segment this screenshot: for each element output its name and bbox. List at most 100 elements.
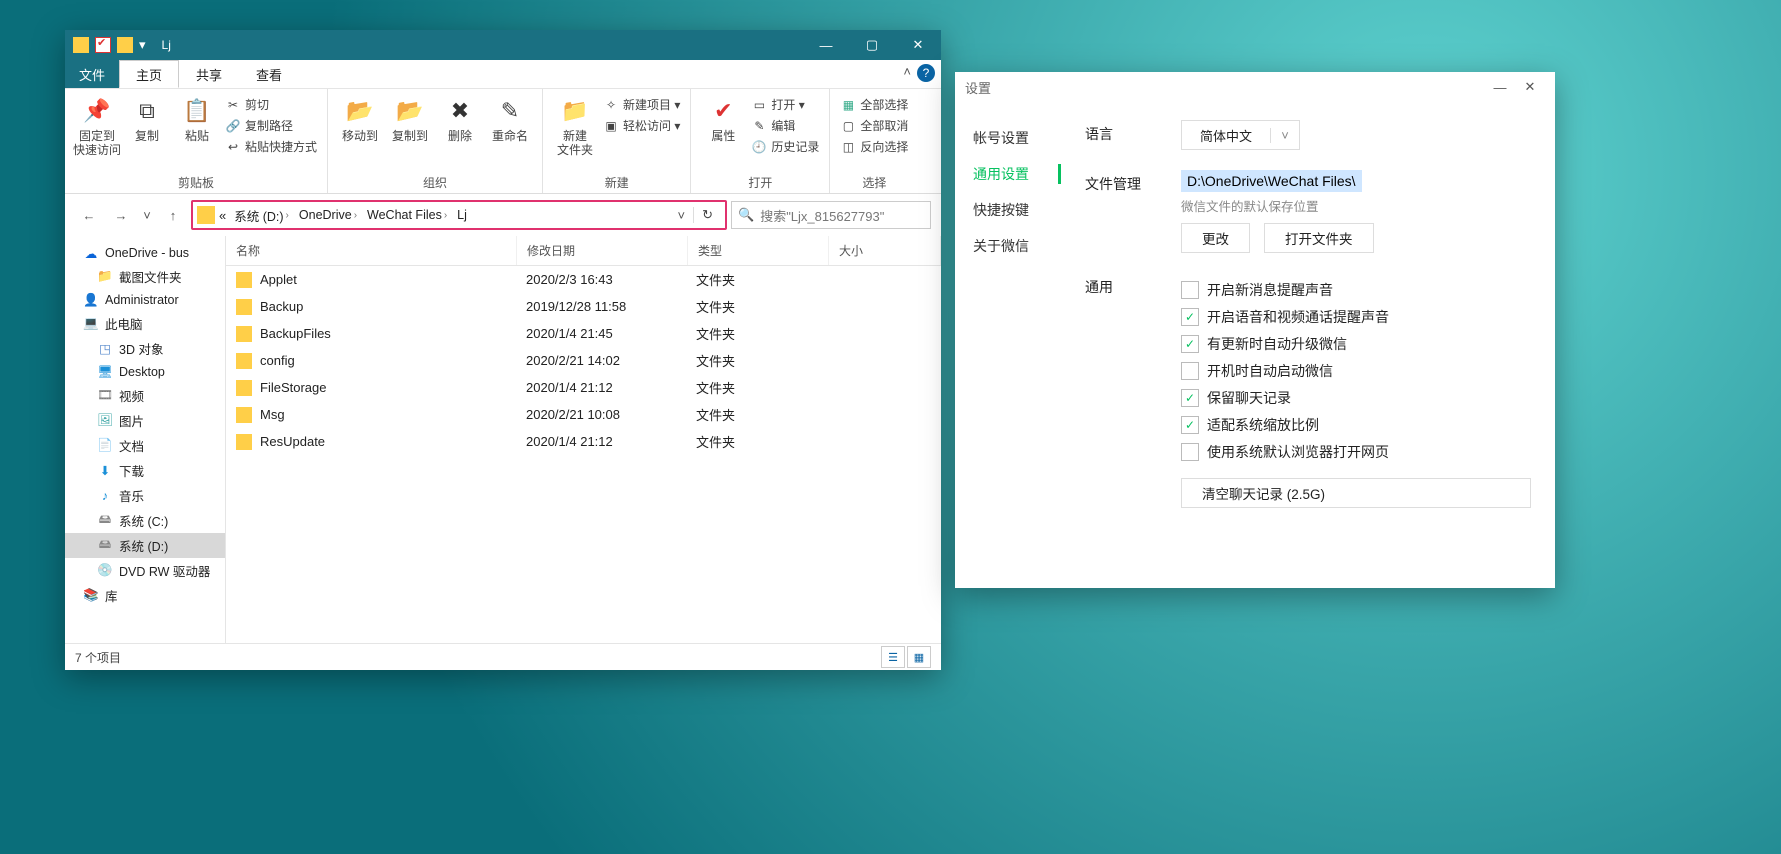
settings-nav-item[interactable]: 快捷按键 [955, 192, 1061, 228]
cut-button[interactable]: ✂剪切 [223, 95, 319, 114]
help-icon[interactable]: ? [917, 64, 935, 82]
file-path-field[interactable]: D:\OneDrive\WeChat Files\ [1181, 170, 1362, 192]
qat-overflow-icon[interactable]: ▾ [139, 37, 146, 53]
settings-nav-item[interactable]: 帐号设置 [955, 120, 1061, 156]
settings-nav-item[interactable]: 关于微信 [955, 228, 1061, 264]
file-list[interactable]: 名称 修改日期 类型 大小 Applet2020/2/3 16:43文件夹Bac… [226, 236, 941, 643]
titlebar[interactable]: ▾ Lj — ▢ ✕ [65, 30, 941, 60]
list-header[interactable]: 名称 修改日期 类型 大小 [226, 236, 941, 266]
tree-item[interactable]: 👤Administrator [65, 289, 225, 311]
close-button[interactable]: ✕ [895, 30, 941, 60]
list-row[interactable]: Applet2020/2/3 16:43文件夹 [226, 266, 941, 293]
view-icons-button[interactable]: ▦ [907, 646, 931, 668]
col-size[interactable]: 大小 [829, 236, 941, 265]
list-row[interactable]: BackupFiles2020/1/4 21:45文件夹 [226, 320, 941, 347]
history-button[interactable]: 🕘历史记录 [749, 137, 821, 156]
general-option[interactable]: ✓开启语音和视频通话提醒声音 [1181, 307, 1531, 327]
general-option[interactable]: ✓适配系统缩放比例 [1181, 415, 1531, 435]
select-none-button[interactable]: ▢全部取消 [838, 116, 910, 135]
tree-item[interactable]: 📄文档 [65, 433, 225, 458]
change-path-button[interactable]: 更改 [1181, 223, 1250, 253]
move-to-button[interactable]: 📂移动到 [336, 93, 384, 143]
nav-up-button[interactable]: ↑ [159, 202, 187, 228]
col-type[interactable]: 类型 [688, 236, 829, 265]
tree-item[interactable]: 💻此电脑 [65, 311, 225, 336]
rename-button[interactable]: ✎重命名 [486, 93, 534, 143]
maximize-button[interactable]: ▢ [849, 30, 895, 60]
refresh-button[interactable]: ↻ [693, 207, 721, 223]
view-details-button[interactable]: ☰ [881, 646, 905, 668]
paste-button[interactable]: 📋粘贴 [173, 93, 221, 143]
copy-path-button[interactable]: 🔗复制路径 [223, 116, 319, 135]
easy-access-button[interactable]: ▣轻松访问 ▾ [601, 116, 682, 135]
pin-quickaccess-button[interactable]: 📌固定到 快速访问 [73, 93, 121, 157]
tree-item[interactable]: 📚库 [65, 583, 225, 608]
settings-nav-item[interactable]: 通用设置 [955, 156, 1061, 192]
list-row[interactable]: config2020/2/21 14:02文件夹 [226, 347, 941, 374]
tree-item[interactable]: 🖼图片 [65, 408, 225, 433]
tree-item[interactable]: ◳3D 对象 [65, 336, 225, 361]
select-all-button[interactable]: ▦全部选择 [838, 95, 910, 114]
clear-history-button[interactable]: 清空聊天记录 (2.5G) [1181, 478, 1531, 508]
list-row[interactable]: Msg2020/2/21 10:08文件夹 [226, 401, 941, 428]
list-row[interactable]: ResUpdate2020/1/4 21:12文件夹 [226, 428, 941, 455]
tree-item[interactable]: 🎞视频 [65, 383, 225, 408]
breadcrumb-item[interactable]: 系统 (D:)› [230, 206, 293, 225]
language-select[interactable]: 简体中文 ˅ [1181, 120, 1300, 150]
delete-button[interactable]: ✖删除 [436, 93, 484, 143]
tree-item[interactable]: 🖴系统 (C:) [65, 508, 225, 533]
minimize-button[interactable]: — [803, 30, 849, 60]
tree-item[interactable]: ☁OneDrive - bus [65, 242, 225, 264]
breadcrumb-item[interactable]: OneDrive› [295, 208, 361, 222]
col-date[interactable]: 修改日期 [517, 236, 688, 265]
col-name[interactable]: 名称 [226, 236, 517, 265]
minimize-button[interactable]: — [1485, 73, 1515, 101]
tree-item[interactable]: 💿DVD RW 驱动器 [65, 558, 225, 583]
breadcrumb-item[interactable]: Lj [453, 208, 471, 222]
nav-tree[interactable]: ☁OneDrive - bus📁截图文件夹👤Administrator💻此电脑◳… [65, 236, 226, 643]
nav-recent-button[interactable]: ˅ [139, 202, 155, 228]
general-option[interactable]: 开启新消息提醒声音 [1181, 280, 1531, 300]
copy-to-button[interactable]: 📂复制到 [386, 93, 434, 143]
breadcrumb-path[interactable]: « 系统 (D:)› OneDrive› WeChat Files› Lj ˅ … [191, 200, 727, 230]
tree-item[interactable]: 🖴系统 (D:) [65, 533, 225, 558]
file-menu[interactable]: 文件 [65, 60, 119, 88]
tree-item[interactable]: 📁截图文件夹 [65, 264, 225, 289]
general-option[interactable]: ✓保留聊天记录 [1181, 388, 1531, 408]
general-option[interactable]: 开机时自动启动微信 [1181, 361, 1531, 381]
edit-button[interactable]: ✎编辑 [749, 116, 821, 135]
file-date: 2020/2/21 14:02 [516, 349, 686, 372]
new-item-button[interactable]: ✧新建项目 ▾ [601, 95, 682, 114]
tab-home[interactable]: 主页 [119, 60, 179, 88]
language-value: 简体中文 [1182, 126, 1270, 145]
qat-checkbox-icon[interactable] [95, 37, 111, 53]
invert-selection-button[interactable]: ◫反向选择 [838, 137, 910, 156]
search-input[interactable]: 🔍 搜索"Ljx_815627793" [731, 201, 931, 229]
tab-share[interactable]: 共享 [179, 60, 239, 88]
copypath-icon: 🔗 [225, 118, 241, 134]
breadcrumb-item[interactable]: WeChat Files› [363, 208, 451, 222]
path-dropdown-icon[interactable]: ˅ [672, 208, 692, 223]
list-row[interactable]: Backup2019/12/28 11:58文件夹 [226, 293, 941, 320]
nav-forward-button[interactable]: → [107, 202, 135, 228]
tree-item[interactable]: ⬇下载 [65, 458, 225, 483]
general-option[interactable]: 使用系统默认浏览器打开网页 [1181, 442, 1531, 462]
tree-item[interactable]: 🖥Desktop [65, 361, 225, 383]
ribbon-collapse-icon[interactable]: ˄ [903, 64, 911, 79]
close-button[interactable]: ✕ [1515, 73, 1545, 101]
open-folder-button[interactable]: 打开文件夹 [1264, 223, 1374, 253]
invert-icon: ◫ [840, 139, 856, 155]
tree-item[interactable]: ♪音乐 [65, 483, 225, 508]
paste-shortcut-button[interactable]: ↩粘贴快捷方式 [223, 137, 319, 156]
open-button[interactable]: ▭打开 ▾ [749, 95, 821, 114]
new-folder-button[interactable]: 📁新建 文件夹 [551, 93, 599, 157]
general-option[interactable]: ✓有更新时自动升级微信 [1181, 334, 1531, 354]
properties-button[interactable]: ✔属性 [699, 93, 747, 143]
settings-titlebar[interactable]: 设置 — ✕ [955, 72, 1555, 102]
tab-view[interactable]: 查看 [239, 60, 299, 88]
copy-button[interactable]: ⧉复制 [123, 93, 171, 143]
tree-item-icon: ☁ [83, 245, 99, 261]
tree-item-label: 下载 [119, 461, 144, 480]
nav-back-button[interactable]: ← [75, 202, 103, 228]
list-row[interactable]: FileStorage2020/1/4 21:12文件夹 [226, 374, 941, 401]
